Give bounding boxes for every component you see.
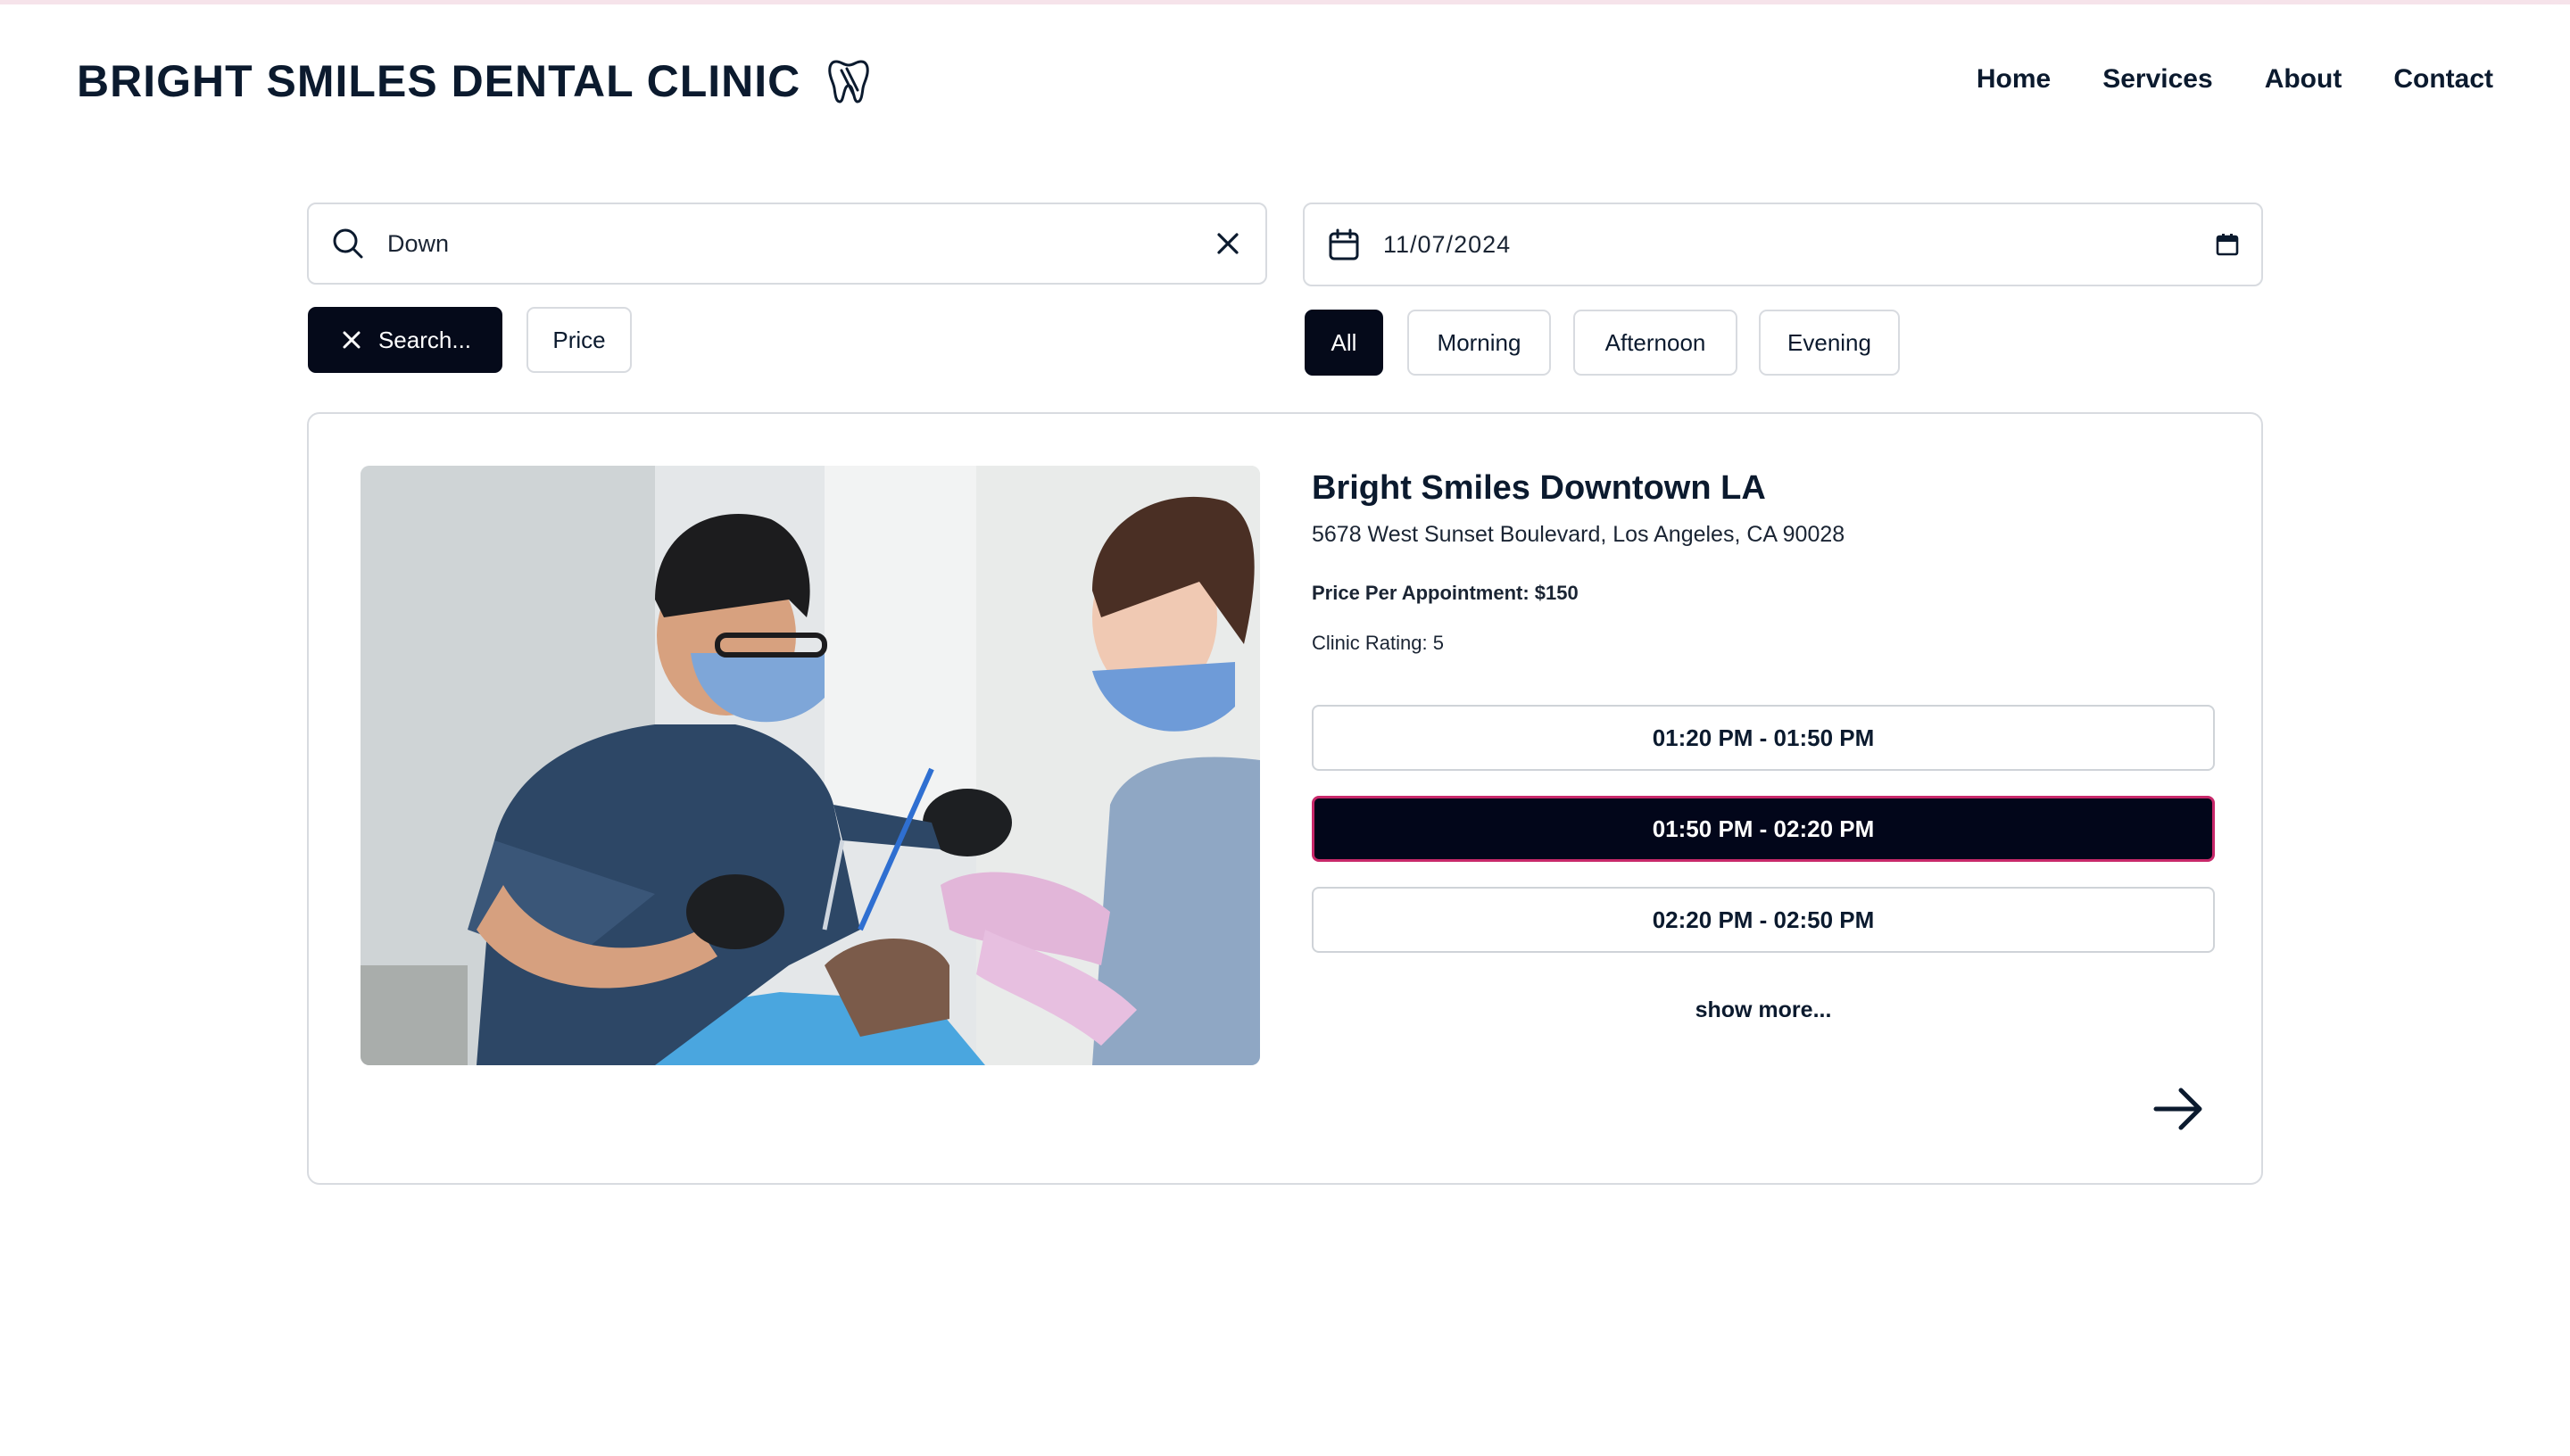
dentist-treating-patient-photo xyxy=(361,466,1260,1065)
calendar-picker-icon[interactable] xyxy=(2215,232,2240,257)
time-filter-morning[interactable]: Morning xyxy=(1407,310,1551,376)
clinic-card: Bright Smiles Downtown LA 5678 West Suns… xyxy=(307,412,2263,1185)
time-filter-afternoon[interactable]: Afternoon xyxy=(1573,310,1737,376)
brand-title: BRIGHT SMILES DENTAL CLINIC xyxy=(77,56,801,106)
time-filter-evening[interactable]: Evening xyxy=(1759,310,1900,376)
calendar-icon xyxy=(1326,227,1362,262)
arrow-right-icon[interactable] xyxy=(2149,1080,2208,1138)
brand[interactable]: BRIGHT SMILES DENTAL CLINIC xyxy=(77,55,870,107)
time-slot-button[interactable]: 02:20 PM - 02:50 PM xyxy=(1312,887,2215,953)
tooth-icon xyxy=(827,58,870,104)
search-icon xyxy=(330,226,366,261)
price-filter-chip[interactable]: Price xyxy=(526,307,632,373)
clinic-address: 5678 West Sunset Boulevard, Los Angeles,… xyxy=(1312,522,1845,547)
clinic-rating: Clinic Rating: 5 xyxy=(1312,632,1444,654)
nav-home[interactable]: Home xyxy=(1977,64,2051,95)
date-input[interactable]: 11/07/2024 xyxy=(1303,203,2263,286)
search-value[interactable]: Down xyxy=(387,230,1212,258)
time-filter-all-label: All xyxy=(1331,328,1357,356)
show-more-link[interactable]: show more... xyxy=(1312,997,2215,1023)
time-slot-button[interactable]: 01:20 PM - 01:50 PM xyxy=(1312,705,2215,771)
date-value[interactable]: 11/07/2024 xyxy=(1383,231,2215,259)
time-filter-morning-label: Morning xyxy=(1437,328,1521,356)
main-nav: Home Services About Contact xyxy=(1977,64,2493,95)
clinic-info: Bright Smiles Downtown LA 5678 West Suns… xyxy=(1312,466,2215,1023)
nav-services[interactable]: Services xyxy=(2102,64,2212,95)
time-slot-list: 01:20 PM - 01:50 PM 01:50 PM - 02:20 PM … xyxy=(1312,705,2215,953)
clinic-name[interactable]: Bright Smiles Downtown LA xyxy=(1312,469,2215,508)
nav-about[interactable]: About xyxy=(2265,64,2342,95)
search-filter-label: Search... xyxy=(377,326,472,353)
search-filter-chip[interactable]: Search... xyxy=(308,307,502,373)
search-input[interactable]: Down xyxy=(307,203,1267,285)
nav-contact[interactable]: Contact xyxy=(2393,64,2493,95)
time-slot-button-selected[interactable]: 01:50 PM - 02:20 PM xyxy=(1312,796,2215,862)
close-icon[interactable] xyxy=(1212,228,1244,260)
time-filter-all[interactable]: All xyxy=(1305,310,1383,376)
time-filter-evening-label: Evening xyxy=(1787,328,1871,356)
close-icon[interactable] xyxy=(339,327,364,352)
site-header: BRIGHT SMILES DENTAL CLINIC Home Service… xyxy=(0,0,2570,152)
clinic-price: Price Per Appointment: $150 xyxy=(1312,582,1579,604)
time-filter-afternoon-label: Afternoon xyxy=(1604,328,1706,356)
price-filter-label: Price xyxy=(552,326,606,353)
